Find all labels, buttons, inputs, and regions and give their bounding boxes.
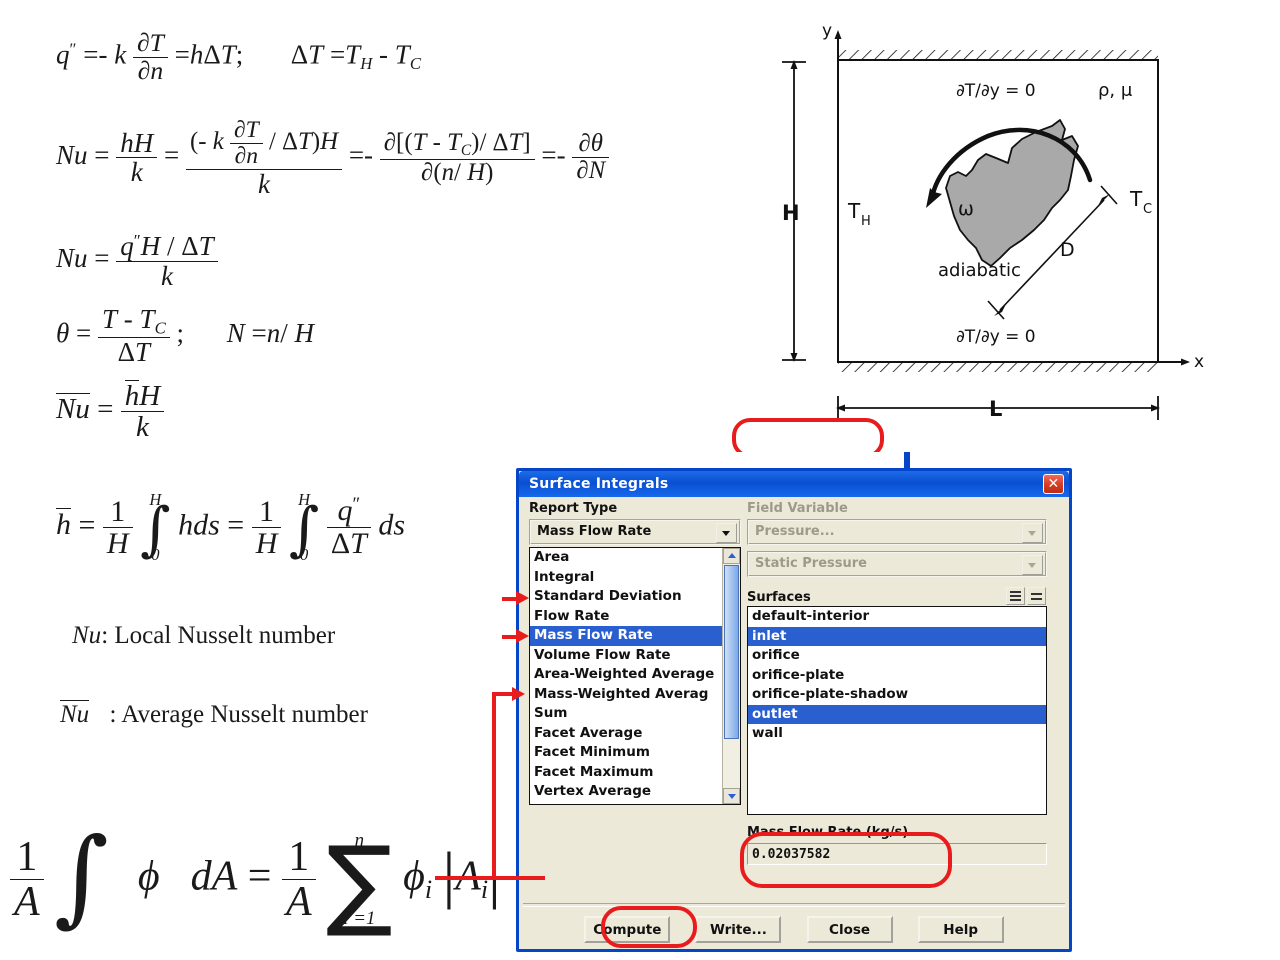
report-type-listbox[interactable]: Area Integral Standard Deviation Flow Ra… (529, 547, 741, 805)
surfaces-header: Surfaces (747, 586, 1047, 606)
report-type-option[interactable]: Area (530, 548, 723, 568)
cavity-schematic-diagram: y x H L ∂T/∂y = 0 ρ, μ ∂T/∂y = 0 T H T C… (760, 8, 1220, 428)
close-icon[interactable]: ✕ (1043, 474, 1064, 494)
legend-average-nusselt: Nu : Average Nusselt number (60, 700, 368, 728)
svg-text:ω: ω (958, 198, 974, 220)
scroll-up-icon[interactable] (723, 548, 740, 564)
report-type-option[interactable]: Facet Average (530, 724, 723, 744)
surface-item[interactable]: orifice-plate-shadow (748, 685, 1046, 705)
legend-local-nusselt: Nu: Local Nusselt number (72, 622, 336, 649)
report-type-option[interactable]: Area-Weighted Average (530, 665, 723, 685)
deselect-all-surfaces-icon[interactable] (1027, 587, 1046, 605)
surfaces-listbox[interactable]: default-interior inlet orifice orifice-p… (747, 606, 1047, 815)
svg-text:L: L (989, 397, 1002, 421)
field-variable-combo[interactable]: Pressure... (747, 519, 1047, 545)
help-button[interactable]: Help (917, 916, 1004, 943)
report-type-option[interactable]: Sum (530, 704, 723, 724)
annotation-ring-compute (601, 906, 697, 948)
blue-sliver-left (904, 452, 910, 468)
report-type-option-selected[interactable]: Mass Flow Rate (530, 626, 723, 646)
legend-local-text: Local Nusselt number (114, 622, 336, 649)
report-type-option[interactable]: Facet Minimum (530, 743, 723, 763)
report-type-label: Report Type (529, 501, 618, 516)
dialog-title-text: Surface Integrals (529, 476, 669, 492)
field-variable-label: Field Variable (747, 501, 848, 516)
dialog-title-bar[interactable]: Surface Integrals ✕ (519, 471, 1069, 497)
surface-item-selected[interactable]: inlet (748, 626, 1046, 646)
button-row-separator (523, 903, 1065, 907)
svg-text:x: x (1194, 352, 1204, 372)
surface-item[interactable]: wall (748, 724, 1046, 744)
select-all-surfaces-icon[interactable] (1006, 587, 1025, 605)
report-type-option[interactable]: Flow Rate (530, 607, 723, 627)
report-type-option[interactable]: Integral (530, 568, 723, 588)
report-type-list-items: Area Integral Standard Deviation Flow Ra… (530, 548, 723, 802)
equation-nusselt-flux-form: Nu = q″H / ΔT k (56, 232, 218, 290)
equation-theta-and-N: θ = T - TC ΔT ; N =n/ H (56, 304, 315, 367)
equation-nusselt-definition: Nu = hH k = (- k ∂T ∂n / ΔT)H k =- ∂[(T - … (56, 118, 610, 198)
svg-text:ρ, μ: ρ, μ (1098, 80, 1133, 101)
close-button[interactable]: Close (806, 916, 893, 943)
report-type-option[interactable]: Volume Flow Rate (530, 646, 723, 666)
field-variable-value: Pressure... (755, 524, 835, 539)
report-type-option[interactable]: Vertex Average (530, 782, 723, 802)
report-type-option[interactable]: Facet Maximum (530, 763, 723, 783)
surface-item[interactable]: orifice-plate (748, 666, 1046, 686)
report-type-section: Report Type Mass Flow Rate Area Integral… (529, 501, 741, 805)
surface-item-selected[interactable]: outlet (748, 704, 1046, 724)
surface-item[interactable]: orifice (748, 646, 1046, 666)
equation-surface-integral-discrete: 1A ∫ ϕ dA = 1A n∑i =1 ϕi |Ai| (10, 824, 501, 932)
report-type-option[interactable]: Mass-Weighted Averag (530, 685, 723, 705)
surface-item[interactable]: default-interior (748, 607, 1046, 627)
svg-text:∂T/∂y = 0: ∂T/∂y = 0 (956, 81, 1036, 101)
chevron-down-icon[interactable] (1022, 523, 1043, 543)
report-type-option[interactable]: Standard Deviation (530, 587, 723, 607)
report-type-combo[interactable]: Mass Flow Rate (529, 519, 741, 545)
scroll-down-icon[interactable] (723, 788, 740, 804)
write-button[interactable]: Write... (695, 916, 782, 943)
field-variable-sub-combo[interactable]: Static Pressure (747, 551, 1047, 577)
field-variable-sub-value: Static Pressure (755, 556, 867, 571)
svg-text:adiabatic: adiabatic (938, 260, 1021, 281)
equation-heat-flux: q″ =- k ∂T ∂n =hΔT; ΔT =TH - TC (56, 28, 421, 85)
report-type-scrollbar[interactable] (722, 548, 740, 804)
field-variable-section: Field Variable Pressure... Static Pressu… (747, 501, 1047, 865)
legend-average-text: Average Nusselt number (121, 701, 368, 728)
slide-canvas: q″ =- k ∂T ∂n =hΔT; ΔT =TH - TC Nu = hH k … (0, 0, 1280, 960)
legend-average-symbol: Nu (60, 700, 90, 728)
svg-text:y: y (822, 21, 832, 41)
svg-text:C: C (1143, 202, 1152, 217)
chevron-down-icon[interactable] (1022, 555, 1043, 575)
svg-text:T: T (847, 199, 861, 223)
annotation-ring-result (740, 832, 952, 888)
svg-text:H: H (782, 201, 800, 225)
equation-average-nusselt: Nu = hH k (56, 380, 165, 443)
report-type-value: Mass Flow Rate (537, 524, 652, 539)
legend-local-symbol: Nu (72, 622, 102, 649)
equation-average-h-integral: h = 1H H ∫ 0 hds = 1H H ∫ 0 q″ ΔT ds (56, 490, 406, 565)
scrollbar-thumb[interactable] (724, 565, 739, 739)
surfaces-label: Surfaces (747, 590, 811, 605)
svg-text:H: H (861, 214, 871, 229)
chevron-down-icon[interactable] (716, 523, 737, 543)
svg-text:T: T (1129, 187, 1143, 211)
svg-text:∂T/∂y = 0: ∂T/∂y = 0 (956, 327, 1036, 347)
svg-text:D: D (1060, 239, 1075, 261)
